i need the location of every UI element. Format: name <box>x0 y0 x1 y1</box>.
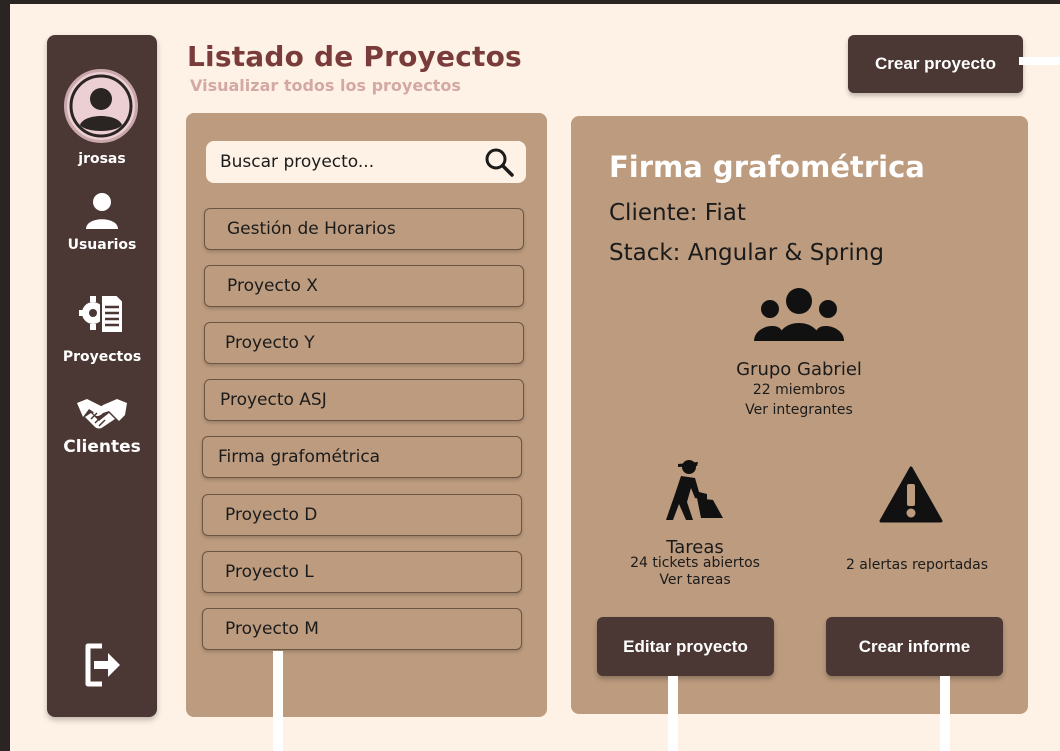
flow-connector <box>940 676 950 751</box>
page-subtitle: Visualizar todos los proyectos <box>190 76 461 95</box>
project-item-label: Firma grafométrica <box>218 447 381 467</box>
group-members: 22 miembros <box>752 382 846 398</box>
view-tasks-link[interactable]: Ver tareas <box>595 572 795 588</box>
page-title: Listado de Proyectos <box>187 40 522 73</box>
project-item[interactable]: Proyecto D <box>202 494 522 536</box>
alerts-count: 2 alertas reportadas <box>845 557 989 573</box>
sidebar-item-label: Proyectos <box>62 349 142 365</box>
tasks-tickets: 24 tickets abiertos <box>630 555 760 571</box>
flow-connector <box>668 676 678 751</box>
edit-project-button[interactable]: Editar proyecto <box>597 617 774 676</box>
username-label: jrosas <box>78 151 126 167</box>
project-item-label: Gestión de Horarios <box>227 219 396 239</box>
project-list-panel: Buscar proyecto... Gestión de Horarios P… <box>186 113 547 717</box>
project-item-selected[interactable]: Firma grafométrica <box>202 436 522 478</box>
project-item[interactable]: Proyecto L <box>202 551 522 593</box>
handshake-icon <box>47 395 157 431</box>
project-item-label: Proyecto X <box>227 276 318 296</box>
worker-icon <box>663 458 725 526</box>
search-icon[interactable] <box>484 147 514 177</box>
user-icon <box>47 192 157 230</box>
search-placeholder: Buscar proyecto... <box>220 152 375 172</box>
create-report-button[interactable]: Crear informe <box>826 617 1003 676</box>
search-input[interactable]: Buscar proyecto... <box>206 141 526 183</box>
project-item-label: Proyecto Y <box>225 333 315 353</box>
project-title: Firma grafométrica <box>609 150 925 184</box>
project-item[interactable]: Proyecto Y <box>204 322 524 364</box>
project-item-label: Proyecto D <box>225 505 318 525</box>
project-item-label: Proyecto L <box>225 562 314 582</box>
warning-icon <box>879 466 943 528</box>
project-stack: Stack: Angular & Spring <box>609 240 884 266</box>
project-item[interactable]: Proyecto ASJ <box>204 379 524 421</box>
project-item[interactable]: Proyecto X <box>204 265 524 307</box>
sidebar-item-label: Usuarios <box>67 237 137 253</box>
project-client: Cliente: Fiat <box>609 200 746 226</box>
group-icon <box>754 287 844 347</box>
project-item-label: Proyecto M <box>225 619 319 639</box>
project-settings-icon <box>47 291 157 335</box>
flow-connector <box>1019 57 1060 65</box>
project-detail-panel: Firma grafométrica Cliente: Fiat Stack: … <box>571 116 1028 714</box>
project-item[interactable]: Proyecto M <box>202 608 522 650</box>
flow-connector <box>273 651 283 751</box>
logout-icon[interactable] <box>47 642 157 688</box>
group-name: Grupo Gabriel <box>736 359 862 380</box>
sidebar-item-label: Clientes <box>63 437 141 457</box>
avatar[interactable] <box>64 69 138 143</box>
create-project-button[interactable]: Crear proyecto <box>848 35 1023 93</box>
sidebar: jrosas Usuarios Proyectos Clientes <box>47 35 157 717</box>
view-members-link[interactable]: Ver integrantes <box>699 402 899 418</box>
user-circle-icon <box>69 74 133 138</box>
project-item[interactable]: Gestión de Horarios <box>204 208 524 250</box>
project-item-label: Proyecto ASJ <box>220 390 327 410</box>
